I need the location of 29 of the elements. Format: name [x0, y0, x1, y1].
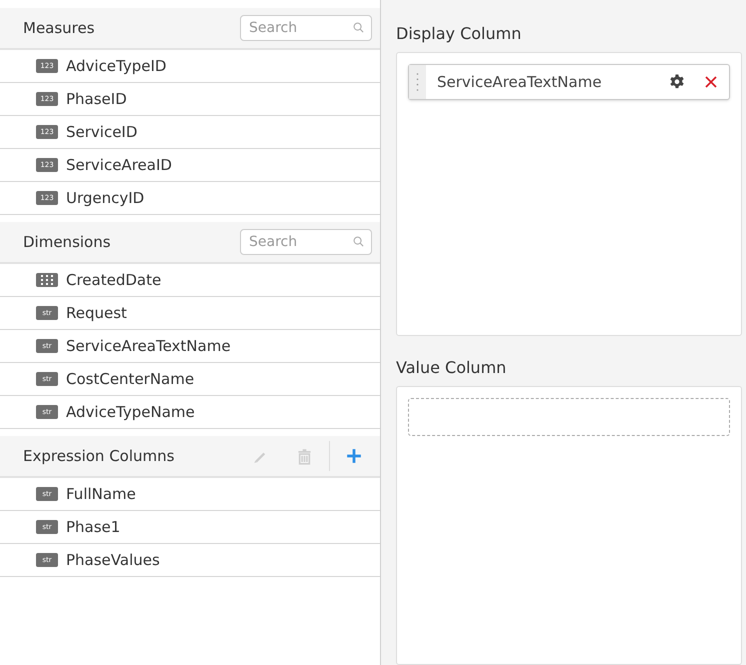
- field-name[interactable]: AdviceTypeID: [66, 54, 166, 78]
- search-field[interactable]: Search: [240, 229, 372, 255]
- field-name[interactable]: Phase1: [66, 516, 120, 538]
- section-title: Measures: [23, 18, 96, 39]
- field-name[interactable]: UrgencyID: [66, 186, 144, 210]
- field-name[interactable]: Request: [66, 302, 127, 324]
- close-icon[interactable]: [705, 76, 717, 88]
- field-name[interactable]: ServiceAreaTextName: [66, 334, 231, 358]
- plus-icon[interactable]: [346, 448, 362, 464]
- field-name[interactable]: ServiceID: [66, 120, 138, 144]
- field-name[interactable]: FullName: [66, 482, 136, 506]
- search-icon: [353, 236, 364, 247]
- column-title: Value Column: [396, 357, 508, 380]
- gear-icon[interactable]: [669, 74, 685, 90]
- field-name[interactable]: ServiceAreaID: [66, 154, 172, 176]
- section-title: Dimensions: [23, 232, 112, 253]
- calendar-icon: [36, 273, 58, 287]
- field-name[interactable]: AdviceTypeName: [66, 400, 195, 424]
- field-name[interactable]: PhaseID: [66, 88, 127, 110]
- column-chip[interactable]: ServiceAreaTextName: [408, 64, 730, 100]
- search-field[interactable]: Search: [240, 15, 372, 41]
- search-icon: [353, 22, 364, 33]
- section-title: Expression Columns: [23, 446, 176, 467]
- column-title: Display Column: [396, 23, 522, 45]
- field-name[interactable]: CostCenterName: [66, 368, 194, 390]
- chip-label: ServiceAreaTextName: [437, 72, 603, 93]
- field-name[interactable]: CreatedDate: [66, 268, 162, 292]
- field-name[interactable]: PhaseValues: [66, 548, 160, 572]
- drag-handle-icon[interactable]: [416, 72, 419, 92]
